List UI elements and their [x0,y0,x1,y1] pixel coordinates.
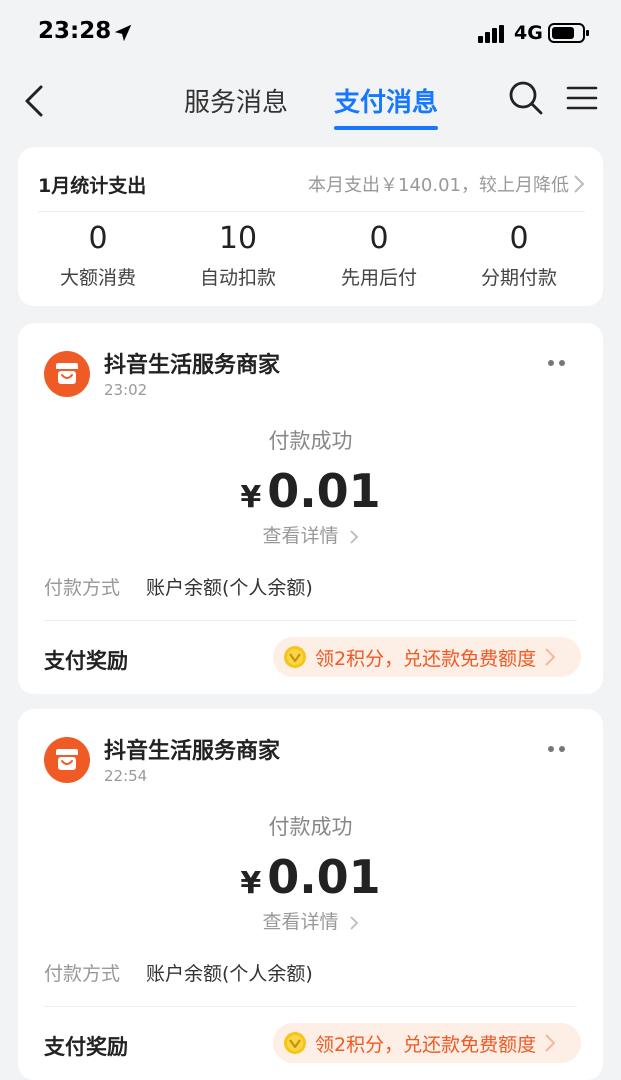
store-icon [44,737,90,783]
chevron-right-icon [574,175,585,193]
chevron-right-icon [545,648,556,666]
menu-icon[interactable] [566,84,598,112]
amount-value: 0.01 [267,464,381,518]
payment-message-card[interactable]: 抖音生活服务商家 23:02 付款成功 ¥0.01 查看详情 付款方式 账户余额… [18,323,603,694]
payment-status: 付款成功 [268,429,353,453]
view-details-label: 查看详情 [262,525,339,547]
chevron-right-icon [349,529,358,544]
stats-title: 1月统计支出 [38,175,147,197]
top-nav: 服务消息 支付消息 [0,64,621,138]
payment-message-card[interactable]: 抖音生活服务商家 22:54 付款成功 ¥0.01 查看详情 付款方式 账户余额… [18,709,603,1080]
view-details-link[interactable]: 查看详情 [18,521,603,548]
stat-value: 10 [218,221,258,256]
stat-large-spend[interactable]: 0 大额消费 [38,219,158,290]
stat-installment[interactable]: 0 分期付款 [459,219,579,290]
active-tab-indicator [334,126,438,130]
location-arrow-icon [114,24,132,42]
more-icon[interactable] [547,359,567,367]
merchant-name: 抖音生活服务商家 [104,353,281,378]
signal-icon [478,25,504,43]
stat-value: 0 [369,221,389,256]
reward-text: 领2积分，兑还款免费额度 [315,647,537,670]
reward-button[interactable]: 领2积分，兑还款免费额度 [273,637,581,677]
stat-value: 0 [509,221,529,256]
payment-amount: ¥0.01 [18,849,603,912]
coin-icon [284,1032,306,1054]
currency-symbol: ¥ [240,866,262,901]
tab-payment-messages[interactable]: 支付消息 [334,82,438,130]
reward-label: 支付奖励 [44,1035,128,1059]
coin-icon [284,646,306,668]
stat-label: 先用后付 [340,267,417,289]
payment-status: 付款成功 [268,815,353,839]
status-time: 23:28 [38,18,112,44]
currency-symbol: ¥ [240,480,262,515]
divider [38,211,585,212]
more-icon[interactable] [547,745,567,753]
divider [44,620,577,621]
search-icon[interactable] [508,80,544,116]
reward-label: 支付奖励 [44,649,128,673]
message-time: 22:54 [104,767,148,785]
amount-value: 0.01 [267,850,381,904]
payment-method-label: 付款方式 [44,963,121,985]
merchant-name: 抖音生活服务商家 [104,739,281,764]
status-bar: 23:28 4G [0,0,621,64]
chevron-right-icon [349,915,358,930]
back-icon[interactable] [22,84,46,118]
view-details-label: 查看详情 [262,911,339,933]
payment-method-value: 账户余额(个人余额) [146,963,313,985]
battery-icon [548,23,589,43]
stats-summary-link[interactable]: 本月支出￥140.01，较上月降低 [308,171,585,197]
stat-label: 分期付款 [480,267,557,289]
payment-method-value: 账户余额(个人余额) [146,577,313,599]
divider [44,1006,577,1007]
stat-value: 0 [88,221,108,256]
payment-method-label: 付款方式 [44,577,121,599]
stats-summary-text: 本月支出￥140.01，较上月降低 [308,175,569,196]
stat-auto-debit[interactable]: 10 自动扣款 [178,219,298,290]
view-details-link[interactable]: 查看详情 [18,907,603,934]
message-time: 23:02 [104,381,148,399]
tab-service-messages[interactable]: 服务消息 [184,82,288,130]
chevron-right-icon [545,1034,556,1052]
network-type: 4G [514,22,543,44]
monthly-stats-card: 1月统计支出 本月支出￥140.01，较上月降低 0 大额消费 10 自动扣款 … [18,147,603,306]
reward-text: 领2积分，兑还款免费额度 [315,1033,537,1056]
store-icon [44,351,90,397]
reward-button[interactable]: 领2积分，兑还款免费额度 [273,1023,581,1063]
stat-label: 自动扣款 [199,267,276,289]
stat-pay-later[interactable]: 0 先用后付 [319,219,439,290]
payment-amount: ¥0.01 [18,463,603,526]
stat-label: 大额消费 [59,267,136,289]
